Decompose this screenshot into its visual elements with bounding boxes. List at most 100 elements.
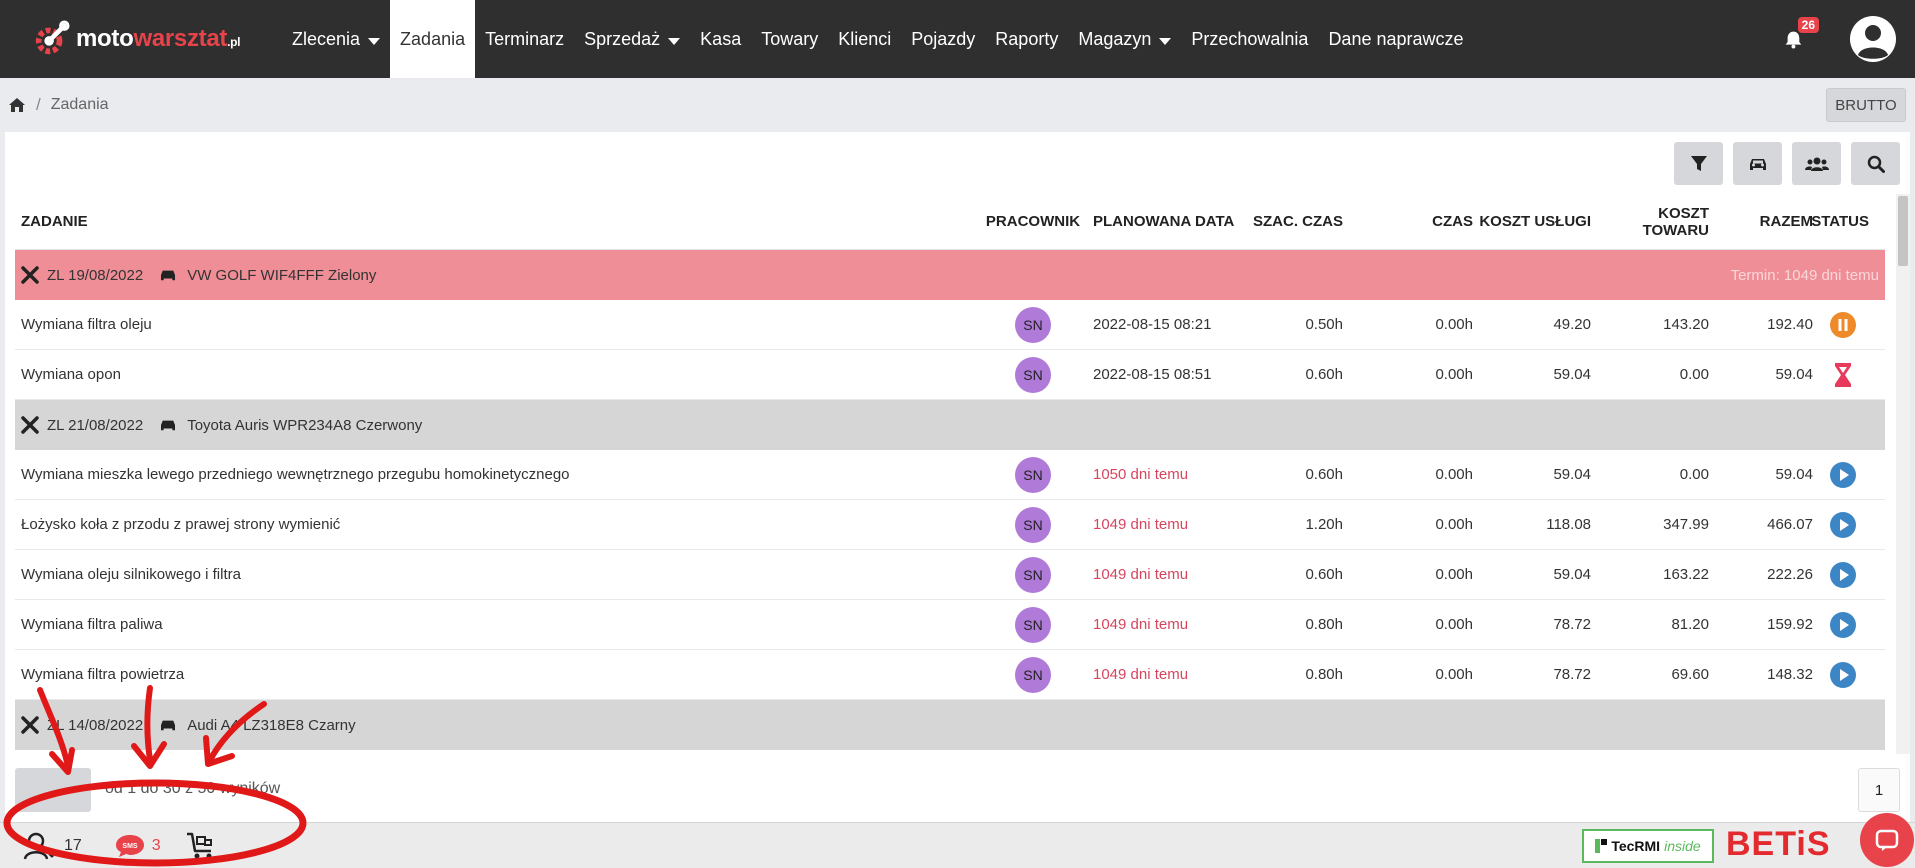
task-planned-date: 1050 dni temu bbox=[1093, 466, 1189, 483]
task-status bbox=[1813, 511, 1873, 539]
task-total: 222.26 bbox=[1767, 566, 1813, 583]
tecrmi-badge[interactable]: TecRMI inside bbox=[1582, 829, 1714, 863]
employee-badge[interactable]: SN bbox=[1015, 456, 1051, 493]
filter-button[interactable] bbox=[1674, 142, 1723, 185]
nav-item-1[interactable]: Zadania bbox=[390, 0, 476, 78]
vehicle-filter-button[interactable] bbox=[1733, 142, 1782, 185]
header-task[interactable]: ZADANIE bbox=[15, 213, 979, 230]
tasks-panel: ZADANIE PRACOWNIK PLANOWANA DATA SZAC. C… bbox=[5, 132, 1910, 822]
order-number[interactable]: ZL 14/08/2022 bbox=[47, 717, 143, 734]
pause-status-icon[interactable] bbox=[1829, 311, 1857, 339]
task-name: Wymiana filtra paliwa bbox=[21, 616, 163, 633]
nav-item-label: Pojazdy bbox=[911, 28, 976, 49]
caret-down-icon bbox=[1159, 37, 1172, 45]
nav-item-10[interactable]: Przechowalnia bbox=[1181, 0, 1318, 78]
nav-item-9[interactable]: Magazyn bbox=[1068, 0, 1181, 78]
task-row[interactable]: Wymiana mieszka lewego przedniego wewnęt… bbox=[15, 450, 1885, 500]
employee-badge[interactable]: SN bbox=[1015, 356, 1051, 393]
employee-badge[interactable]: SN bbox=[1015, 306, 1051, 343]
order-vehicle[interactable]: Toyota Auris WPR234A8 Czerwony bbox=[187, 417, 422, 434]
nav-item-0[interactable]: Zlecenia bbox=[282, 0, 390, 78]
task-row[interactable]: Wymiana filtra powietrza SN 1049 dni temu 0… bbox=[15, 650, 1885, 700]
task-status bbox=[1813, 311, 1873, 339]
play-status-icon[interactable] bbox=[1829, 461, 1857, 489]
tools-icon bbox=[21, 266, 39, 284]
employee-badge[interactable]: SN bbox=[1015, 556, 1051, 593]
nav-item-label: Dane naprawcze bbox=[1328, 28, 1464, 49]
betis-logo[interactable]: BETiS bbox=[1726, 825, 1831, 864]
play-status-icon[interactable] bbox=[1829, 561, 1857, 589]
header-status[interactable]: STATUS bbox=[1811, 213, 1873, 230]
app-logo[interactable]: motowarsztat.pl bbox=[32, 0, 272, 78]
notifications-button[interactable]: 26 bbox=[1779, 17, 1819, 59]
play-status-icon[interactable] bbox=[1829, 611, 1857, 639]
nav-item-5[interactable]: Towary bbox=[751, 0, 828, 78]
employees-filter-button[interactable] bbox=[1792, 142, 1841, 185]
order-number[interactable]: ZL 19/08/2022 bbox=[47, 267, 143, 284]
nav-item-3[interactable]: Sprzedaż bbox=[574, 0, 690, 78]
task-time: 0.00h bbox=[1435, 616, 1473, 633]
logo-pl: .pl bbox=[227, 35, 241, 49]
header-goods-cost[interactable]: KOSZT TOWARU bbox=[1591, 205, 1709, 239]
header-time[interactable]: CZAS bbox=[1343, 213, 1473, 230]
header-estimated-time[interactable]: SZAC. CZAS bbox=[1247, 213, 1343, 230]
task-total: 466.07 bbox=[1767, 516, 1813, 533]
table-scrollbar[interactable] bbox=[1896, 194, 1910, 754]
footer-clients[interactable]: 17 bbox=[22, 831, 82, 861]
car-icon bbox=[1749, 158, 1766, 170]
price-mode-button[interactable]: BRUTTO bbox=[1826, 88, 1906, 122]
nav-item-4[interactable]: Kasa bbox=[690, 0, 751, 78]
nav-item-6[interactable]: Klienci bbox=[828, 0, 901, 78]
task-service-cost: 78.72 bbox=[1553, 616, 1591, 633]
scrollbar-thumb[interactable] bbox=[1898, 196, 1908, 266]
tasks-table: ZADANIE PRACOWNIK PLANOWANA DATA SZAC. C… bbox=[15, 194, 1885, 750]
main-menu: Zlecenia Zadania Terminarz Sprzedaż Kasa Towa… bbox=[282, 0, 1474, 78]
order-vehicle[interactable]: VW GOLF WIF4FFF Zielony bbox=[187, 267, 376, 284]
header-employee[interactable]: PRACOWNIK bbox=[979, 213, 1087, 230]
search-button[interactable] bbox=[1851, 142, 1900, 185]
footer-cart[interactable] bbox=[185, 831, 217, 861]
play-status-icon[interactable] bbox=[1829, 661, 1857, 689]
play-status-icon[interactable] bbox=[1829, 511, 1857, 539]
home-icon[interactable] bbox=[8, 97, 26, 113]
nav-item-11[interactable]: Dane naprawcze bbox=[1318, 0, 1473, 78]
order-group-row[interactable]: ZL 14/08/2022 Audi A4 LZ318E8 Czarny bbox=[15, 700, 1885, 750]
nav-item-2[interactable]: Terminarz bbox=[475, 0, 574, 78]
task-row[interactable]: Wymiana oleju silnikowego i filtra SN 1049… bbox=[15, 550, 1885, 600]
order-group-row[interactable]: ZL 19/08/2022 VW GOLF WIF4FFF Zielony Term… bbox=[15, 250, 1885, 300]
footer-sms[interactable]: SMS 3 bbox=[114, 833, 161, 859]
nav-item-8[interactable]: Raporty bbox=[985, 0, 1068, 78]
employee-badge[interactable]: SN bbox=[1015, 606, 1051, 643]
tecrmi-logo-icon bbox=[1595, 839, 1608, 853]
task-status bbox=[1813, 661, 1873, 689]
task-row[interactable]: Łożysko koła z przodu z prawej strony wy… bbox=[15, 500, 1885, 550]
order-number[interactable]: ZL 21/08/2022 bbox=[47, 417, 143, 434]
pagination-page-1[interactable]: 1 bbox=[1858, 768, 1900, 812]
notifications-count-badge: 26 bbox=[1797, 17, 1819, 33]
hourglass-status-icon[interactable] bbox=[1829, 361, 1857, 389]
chat-button[interactable] bbox=[1860, 813, 1914, 867]
page-size-select[interactable] bbox=[15, 768, 91, 812]
employee-badge[interactable]: SN bbox=[1015, 656, 1051, 693]
chat-icon bbox=[1875, 829, 1899, 851]
breadcrumb-current: Zadania bbox=[50, 96, 109, 113]
task-planned-date: 1049 dni temu bbox=[1093, 616, 1189, 633]
task-status bbox=[1813, 561, 1873, 589]
header-planned-date[interactable]: PLANOWANA DATA bbox=[1087, 213, 1247, 230]
task-time: 0.00h bbox=[1435, 316, 1473, 333]
task-name: Wymiana oleju silnikowego i filtra bbox=[21, 566, 241, 583]
order-vehicle[interactable]: Audi A4 LZ318E8 Czarny bbox=[187, 717, 355, 734]
nav-item-7[interactable]: Pojazdy bbox=[901, 0, 985, 78]
task-status bbox=[1813, 611, 1873, 639]
tecrmi-main-text: TecRMI bbox=[1611, 838, 1661, 854]
order-group-row[interactable]: ZL 21/08/2022 Toyota Auris WPR234A8 Czerw… bbox=[15, 400, 1885, 450]
tools-icon bbox=[21, 716, 39, 734]
user-avatar-icon[interactable] bbox=[1849, 15, 1897, 63]
task-row[interactable]: Wymiana filtra paliwa SN 1049 dni temu 0.80… bbox=[15, 600, 1885, 650]
task-row[interactable]: Wymiana opon SN 2022-08-15 08:51 0.60h 0.00h… bbox=[15, 350, 1885, 400]
employee-badge[interactable]: SN bbox=[1015, 506, 1051, 543]
filter-icon bbox=[1690, 155, 1707, 171]
header-total[interactable]: RAZEM bbox=[1709, 213, 1813, 230]
task-row[interactable]: Wymiana filtra oleju SN 2022-08-15 08:21 0.… bbox=[15, 300, 1885, 350]
header-service-cost[interactable]: KOSZT USŁUGI bbox=[1473, 213, 1591, 230]
